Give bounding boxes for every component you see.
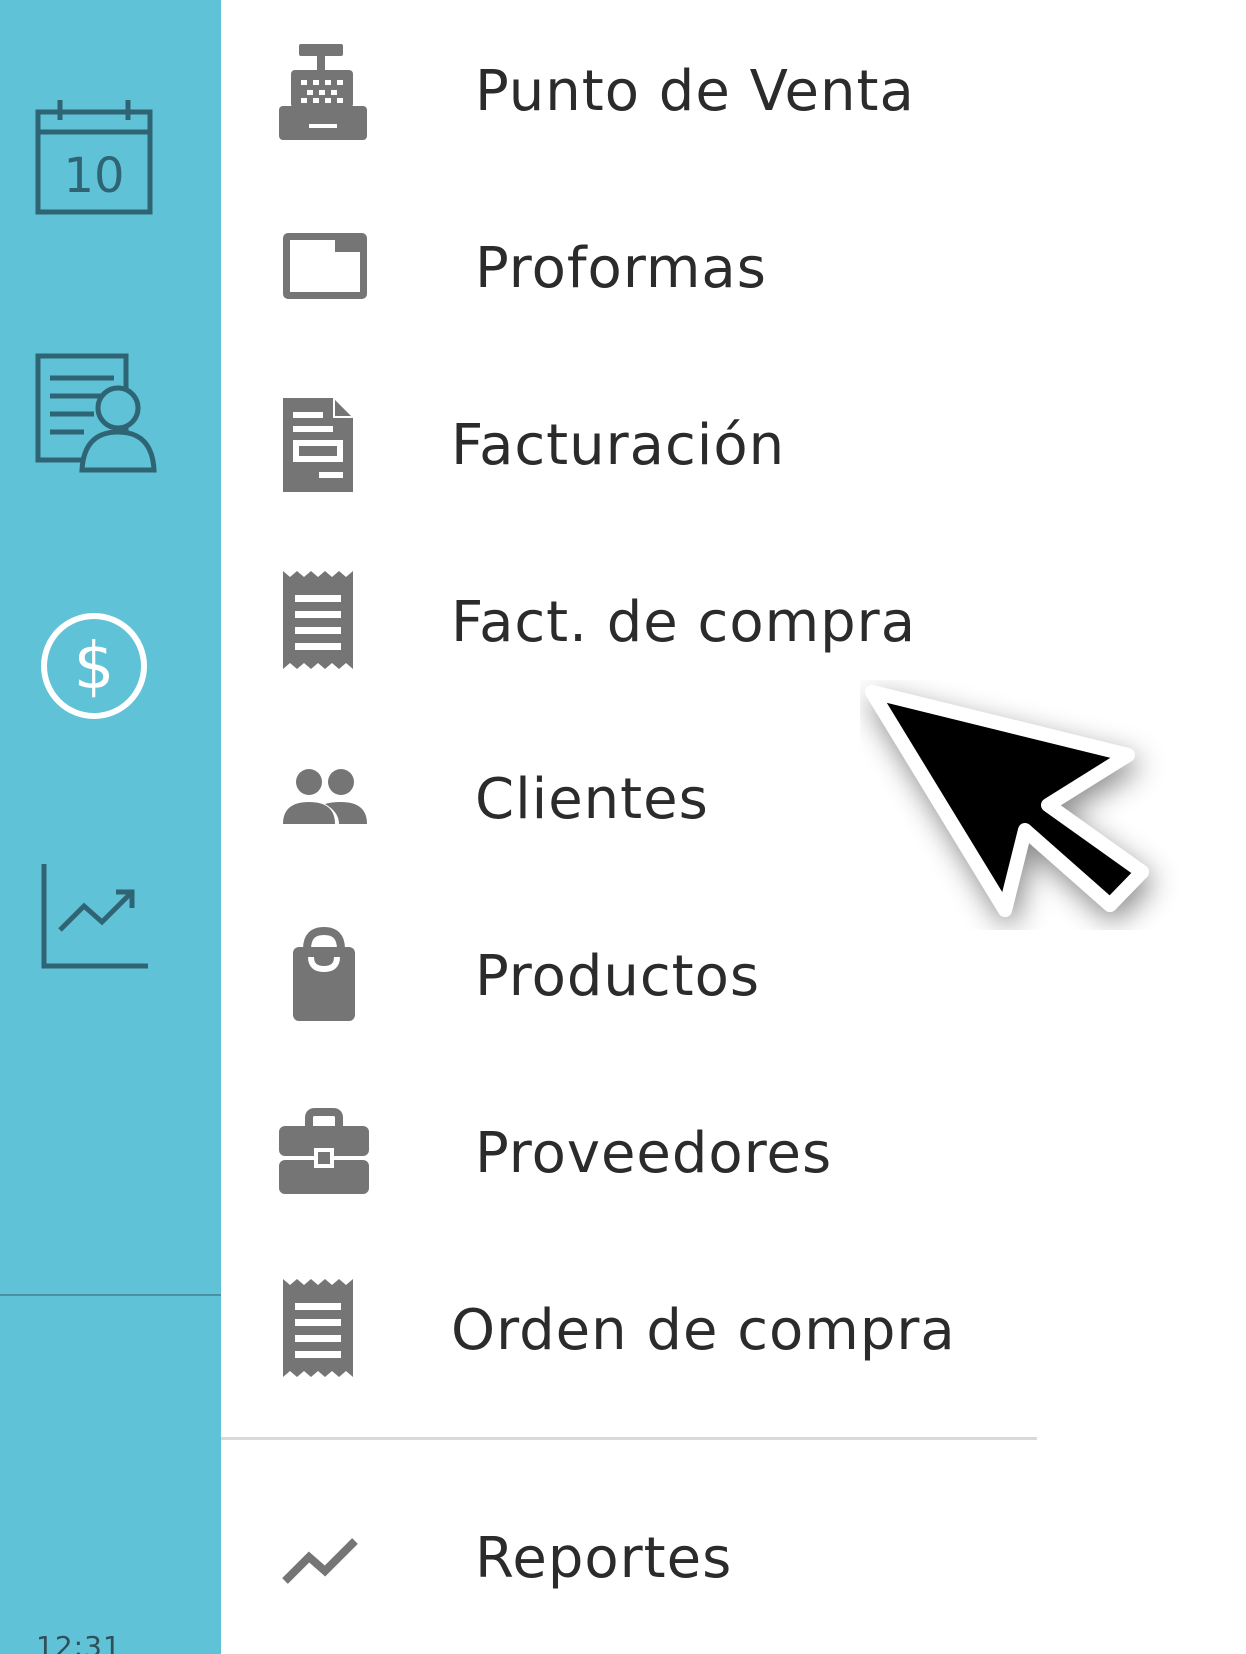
briefcase-icon xyxy=(279,1108,369,1194)
rail-divider xyxy=(0,1294,221,1296)
shopping-bag-icon xyxy=(293,926,355,1021)
menu-item-punto-de-venta[interactable]: Punto de Venta xyxy=(221,14,1041,164)
menu-item-reportes[interactable]: Reportes xyxy=(221,1481,1041,1631)
menu-item-productos[interactable]: Productos xyxy=(221,899,1041,1049)
receipt-icon xyxy=(283,571,353,669)
cash-register-icon xyxy=(279,44,367,140)
menu-item-label: Fact. de compra xyxy=(451,590,917,655)
svg-text:$: $ xyxy=(74,630,115,704)
menu-item-label: Proformas xyxy=(475,236,767,301)
calendar-icon[interactable]: 10 xyxy=(24,90,164,230)
rail-footer-time: 12:31 xyxy=(36,1630,122,1654)
menu-item-label: Facturación xyxy=(451,413,786,478)
menu-item-clientes[interactable]: Clientes xyxy=(221,722,1041,872)
dollar-circle-icon[interactable]: $ xyxy=(24,596,164,736)
menu-item-orden-de-compra[interactable]: Orden de compra xyxy=(221,1253,1041,1403)
svg-text:10: 10 xyxy=(63,148,124,204)
menu-item-label: Punto de Venta xyxy=(475,59,915,124)
menu-divider xyxy=(221,1437,1037,1440)
menu-item-label: Reportes xyxy=(475,1526,733,1591)
menu-item-label: Productos xyxy=(475,944,761,1009)
trend-chart-icon[interactable] xyxy=(24,850,164,990)
window-icon xyxy=(283,233,367,299)
side-rail: 10 $ 12:31 xyxy=(0,0,221,1654)
menu-item-label: Clientes xyxy=(475,767,709,832)
menu-item-label: Proveedores xyxy=(475,1121,833,1186)
menu-item-label: Orden de compra xyxy=(451,1298,956,1363)
app-screen: 10 $ 12:31 Punto de Venta Proformas Fact… xyxy=(0,0,1246,1654)
invoice-document-icon xyxy=(283,398,353,492)
menu-item-proformas[interactable]: Proformas xyxy=(221,191,1041,341)
report-user-icon[interactable] xyxy=(24,340,164,480)
main-menu: Punto de Venta Proformas Facturación Fac… xyxy=(221,0,1246,1654)
menu-item-fact-de-compra[interactable]: Fact. de compra xyxy=(221,545,1041,695)
menu-item-proveedores[interactable]: Proveedores xyxy=(221,1076,1041,1226)
receipt-icon xyxy=(283,1279,353,1377)
menu-item-facturacion[interactable]: Facturación xyxy=(221,368,1041,518)
trending-line-icon xyxy=(282,1538,358,1584)
people-icon xyxy=(283,769,367,824)
